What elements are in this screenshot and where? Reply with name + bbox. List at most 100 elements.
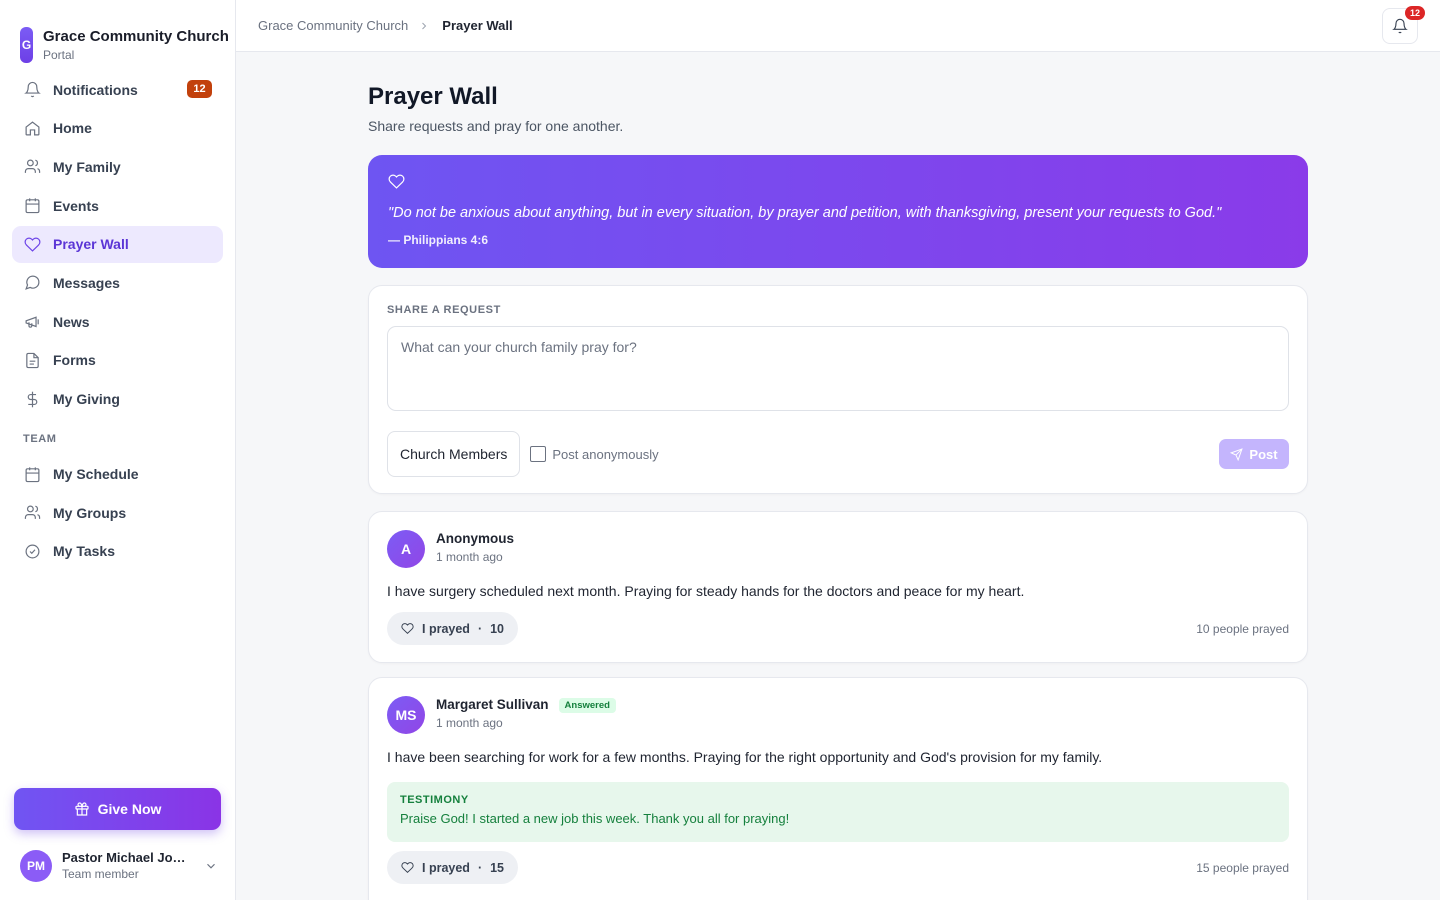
users-icon: [24, 159, 41, 174]
send-icon: [1230, 447, 1244, 461]
anonymous-checkbox[interactable]: [530, 446, 547, 462]
give-now-label: Give Now: [97, 801, 162, 817]
church-logo: G: [20, 27, 33, 63]
chevron-right-icon: [422, 22, 427, 29]
give-now-button[interactable]: Give Now: [14, 788, 221, 830]
verse-text: "Do not be anxious about anything, but i…: [388, 205, 1222, 221]
i-prayed-label: I prayed: [422, 621, 470, 636]
share-request-label: SHARE A REQUEST: [387, 304, 501, 316]
answered-badge: Answered: [558, 697, 616, 713]
portal-label: Portal: [43, 48, 75, 62]
prayed-count: 10: [490, 621, 505, 636]
testimony-text: Praise God! I started a new job this wee…: [400, 811, 790, 826]
prayer-text: I have surgery scheduled next month. Pra…: [387, 583, 1025, 599]
home-icon: [25, 121, 40, 136]
sidebar-item-my-groups[interactable]: My Groups: [12, 494, 223, 531]
people-prayed-text: 10 people prayed: [1196, 621, 1289, 636]
brand[interactable]: G Grace Community Church Portal: [0, 0, 235, 70]
sidebar-item-label: My Giving: [53, 391, 120, 407]
sidebar-item-notifications[interactable]: Notifications 12: [12, 71, 223, 108]
i-prayed-button[interactable]: I prayed · 15: [387, 851, 519, 884]
sidebar-item-events[interactable]: Events: [12, 187, 223, 224]
sidebar-item-label: My Schedule: [53, 466, 139, 482]
sidebar-item-label: My Groups: [53, 504, 127, 521]
heart-icon: [24, 237, 41, 252]
breadcrumb-current: Prayer Wall: [442, 18, 513, 33]
sidebar: G Grace Community Church Portal Notifica…: [0, 0, 236, 900]
verse-reference: — Philippians 4:6: [388, 233, 489, 247]
team-section-label: TEAM: [23, 432, 57, 445]
calendar-icon: [25, 466, 40, 482]
check-circle-icon: [25, 544, 40, 559]
sidebar-item-home[interactable]: Home: [12, 110, 223, 147]
separator-dot: ·: [477, 621, 483, 636]
anonymous-label: Post anonymously: [552, 446, 659, 462]
sidebar-item-label: My Family: [53, 158, 121, 175]
sidebar-item-my-giving[interactable]: My Giving: [12, 381, 223, 418]
testimony-label: TESTIMONY: [400, 794, 469, 806]
separator-dot: ·: [477, 860, 483, 875]
prayer-card: A Anonymous 1 month ago I have surgery s…: [368, 511, 1308, 663]
sidebar-item-news[interactable]: News: [12, 303, 223, 340]
post-time: 1 month ago: [436, 550, 503, 564]
sidebar-item-my-schedule[interactable]: My Schedule: [12, 456, 223, 493]
users-icon: [24, 505, 41, 520]
calendar-icon: [25, 198, 40, 214]
bell-icon: [24, 81, 41, 98]
share-request-card: SHARE A REQUEST Church Members Post anon…: [368, 285, 1308, 494]
megaphone-icon: [25, 316, 39, 328]
heart-icon: [401, 623, 414, 635]
gift-icon: [74, 802, 89, 816]
post-time: 1 month ago: [436, 716, 503, 730]
team-nav: My Schedule My Groups My Tasks: [0, 456, 235, 570]
scripture-banner: "Do not be anxious about anything, but i…: [368, 155, 1308, 268]
i-prayed-label: I prayed: [422, 860, 470, 875]
audience-select[interactable]: Church Members: [387, 431, 521, 477]
prayer-card: MS Margaret Sullivan Answered 1 month ag…: [368, 677, 1308, 900]
sidebar-item-label: Home: [53, 120, 92, 137]
prayed-count: 15: [490, 860, 505, 875]
avatar: A: [387, 530, 425, 568]
page-subtitle: Share requests and pray for one another.: [368, 118, 624, 134]
bell-icon: [1392, 18, 1408, 34]
post-label: Post: [1249, 446, 1278, 462]
user-menu[interactable]: PM Pastor Michael Johnson Team member: [20, 849, 220, 883]
sidebar-item-label: Notifications: [53, 81, 138, 98]
post-button[interactable]: Post: [1219, 439, 1289, 469]
breadcrumb-root-link[interactable]: Grace Community Church: [258, 18, 408, 33]
notification-count-badge: 12: [1405, 6, 1425, 20]
notifications-button[interactable]: 12: [1382, 6, 1425, 44]
notifications-badge: 12: [187, 80, 212, 98]
sidebar-item-forms[interactable]: Forms: [12, 342, 223, 379]
sidebar-item-label: Events: [53, 197, 99, 214]
author-name: Margaret Sullivan: [436, 697, 549, 712]
breadcrumb: Grace Community Church Prayer Wall: [258, 18, 513, 33]
post-anonymously-toggle[interactable]: Post anonymously: [530, 446, 659, 462]
page-title: Prayer Wall: [368, 83, 498, 110]
avatar: PM: [20, 850, 52, 882]
people-prayed-text: 15 people prayed: [1196, 860, 1289, 875]
author-name: Anonymous: [436, 531, 515, 546]
testimony-box: TESTIMONY Praise God! I started a new jo…: [387, 782, 1289, 842]
prayer-text: I have been searching for work for a few…: [387, 749, 1103, 765]
heart-icon: [401, 862, 414, 874]
topbar: Grace Community Church Prayer Wall 12: [236, 0, 1440, 52]
sidebar-item-messages[interactable]: Messages: [12, 264, 223, 301]
sidebar-item-label: Prayer Wall: [53, 236, 129, 253]
main-nav: Notifications 12 Home My Family Events P…: [0, 71, 235, 418]
prayer-request-input[interactable]: [387, 326, 1289, 411]
chevron-down-icon: [207, 863, 215, 869]
sidebar-item-label: My Tasks: [53, 543, 115, 560]
sidebar-item-label: News: [53, 313, 90, 330]
user-role: Team member: [62, 867, 139, 881]
sidebar-item-prayer-wall[interactable]: Prayer Wall: [12, 225, 223, 263]
sidebar-item-my-family[interactable]: My Family: [12, 148, 223, 185]
sidebar-item-label: Forms: [53, 352, 96, 369]
sidebar-item-my-tasks[interactable]: My Tasks: [12, 533, 223, 570]
message-icon: [25, 275, 40, 291]
document-icon: [26, 352, 39, 368]
avatar: MS: [387, 696, 425, 734]
i-prayed-button[interactable]: I prayed · 10: [387, 612, 519, 645]
user-name: Pastor Michael Johnson: [62, 850, 192, 865]
heart-icon: [388, 174, 405, 189]
